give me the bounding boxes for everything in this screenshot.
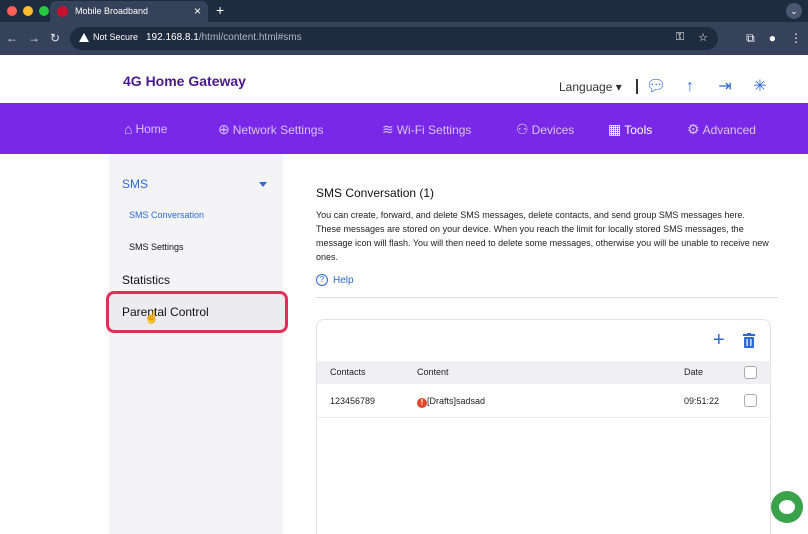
address-bar[interactable]: Not Secure 192.168.8.1/html/content.html… xyxy=(70,27,718,50)
chevron-down-icon[interactable]: ⌄ xyxy=(786,3,802,19)
menu-home[interactable]: ⌂ Home xyxy=(124,121,167,137)
devices-icon: ⚇ xyxy=(516,121,529,137)
row-contact[interactable]: 123456789 xyxy=(330,396,375,406)
loading-spinner-icon: ✳ xyxy=(753,78,767,95)
page-description: You can create, forward, and delete SMS … xyxy=(316,210,769,262)
menu-devices-label: Devices xyxy=(531,122,575,137)
forward-icon[interactable]: → xyxy=(28,31,40,45)
sidebar-item-sms[interactable]: SMS xyxy=(122,177,148,191)
menu-tools-label: Tools xyxy=(624,122,653,137)
key-icon[interactable]: ⚿ xyxy=(676,31,684,44)
profile-icon[interactable]: ● xyxy=(769,31,776,46)
minimize-window-button[interactable] xyxy=(23,6,33,16)
new-tab-icon[interactable]: + xyxy=(216,2,224,18)
url-host: 192.168.8.1 xyxy=(146,32,199,43)
star-icon[interactable]: ☆ xyxy=(698,31,708,44)
gear-icon: ⚙ xyxy=(687,121,700,137)
language-label: Language xyxy=(559,80,613,94)
page-title: SMS Conversation (1) xyxy=(316,186,435,200)
menu-tools[interactable]: ▦ Tools xyxy=(608,121,652,138)
add-sms-button[interactable]: + xyxy=(713,330,725,350)
main-menu: ⌂ Home ⊕ Network Settings ≋ Wi-Fi Settings … xyxy=(0,103,808,154)
sidebar-item-sms-settings[interactable]: SMS Settings xyxy=(129,242,184,252)
menu-network-settings[interactable]: ⊕ Network Settings xyxy=(218,121,323,138)
help-link[interactable]: ? Help xyxy=(316,274,354,286)
menu-devices[interactable]: ⚇ Devices xyxy=(516,121,574,138)
sidebar-item-parental-control[interactable]: Parental Control xyxy=(122,305,209,319)
menu-advanced-label: Advanced xyxy=(702,122,756,137)
wifi-icon: ≋ xyxy=(382,121,394,137)
tab-title: Mobile Broadband xyxy=(75,6,149,16)
menu-advanced[interactable]: ⚙ Advanced xyxy=(687,121,756,138)
column-date: Date xyxy=(684,367,704,377)
warning-icon xyxy=(79,32,89,42)
reload-icon[interactable]: ↻ xyxy=(50,31,60,45)
row-checkbox[interactable] xyxy=(744,394,757,407)
caret-down-icon: ▾ xyxy=(615,80,622,94)
favicon-icon xyxy=(57,6,68,17)
globe-icon: ⊕ xyxy=(218,121,230,137)
menu-network-label: Network Settings xyxy=(232,122,324,137)
menu-wifi-label: Wi-Fi Settings xyxy=(396,122,472,137)
language-selector[interactable]: Language ▾ xyxy=(559,80,622,94)
close-window-button[interactable] xyxy=(7,6,17,16)
menu-home-label: Home xyxy=(135,122,168,136)
brand-title: 4G Home Gateway xyxy=(123,73,246,89)
security-indicator[interactable]: Not Secure xyxy=(79,32,138,42)
row-content-text: [Drafts]sadsad xyxy=(427,396,486,406)
url-text[interactable]: 192.168.8.1/html/content.html#sms xyxy=(146,32,302,43)
not-secure-label: Not Secure xyxy=(93,32,139,42)
help-icon: ? xyxy=(316,274,328,286)
browser-tab[interactable]: Mobile Broadband × xyxy=(50,1,208,22)
home-icon: ⌂ xyxy=(124,121,133,137)
header-divider xyxy=(636,79,638,94)
draft-alert-icon: ! xyxy=(417,398,427,408)
back-icon[interactable]: ← xyxy=(6,31,18,45)
column-contacts: Contacts xyxy=(330,367,366,377)
upload-arrow-icon[interactable]: ↑ xyxy=(681,78,699,96)
url-path: /html/content.html#sms xyxy=(198,32,302,43)
browser-tab-strip: Mobile Broadband × + ⌄ xyxy=(0,0,808,22)
menu-icon[interactable]: ⋮ xyxy=(790,31,802,46)
sidebar-item-sms-conversation[interactable]: SMS Conversation xyxy=(129,210,204,220)
divider xyxy=(316,297,778,298)
column-content: Content xyxy=(417,367,449,377)
maximize-window-button[interactable] xyxy=(39,6,49,16)
hand-cursor-icon: ☝ xyxy=(144,310,159,324)
menu-wifi-settings[interactable]: ≋ Wi-Fi Settings xyxy=(382,121,471,138)
logout-icon[interactable]: ⇥ xyxy=(716,78,734,96)
close-tab-icon[interactable]: × xyxy=(194,4,201,18)
tools-icon: ▦ xyxy=(608,121,622,137)
trash-icon[interactable] xyxy=(742,333,756,348)
window-controls xyxy=(7,6,49,16)
help-label: Help xyxy=(333,274,354,286)
sidebar-item-statistics[interactable]: Statistics xyxy=(122,273,170,287)
row-content[interactable]: ! [Drafts]sadsad xyxy=(417,396,485,408)
sms-panel xyxy=(316,319,771,534)
assistant-bot-icon[interactable] xyxy=(771,491,803,523)
caret-down-icon[interactable] xyxy=(259,182,267,187)
message-icon[interactable]: 💬︎ xyxy=(646,78,666,96)
extensions-icon[interactable]: ⧉ xyxy=(746,31,755,46)
select-all-checkbox[interactable] xyxy=(744,366,757,379)
row-date: 09:51:22 xyxy=(684,396,720,406)
browser-toolbar: ← → ↻ Not Secure 192.168.8.1/html/conten… xyxy=(0,22,808,55)
